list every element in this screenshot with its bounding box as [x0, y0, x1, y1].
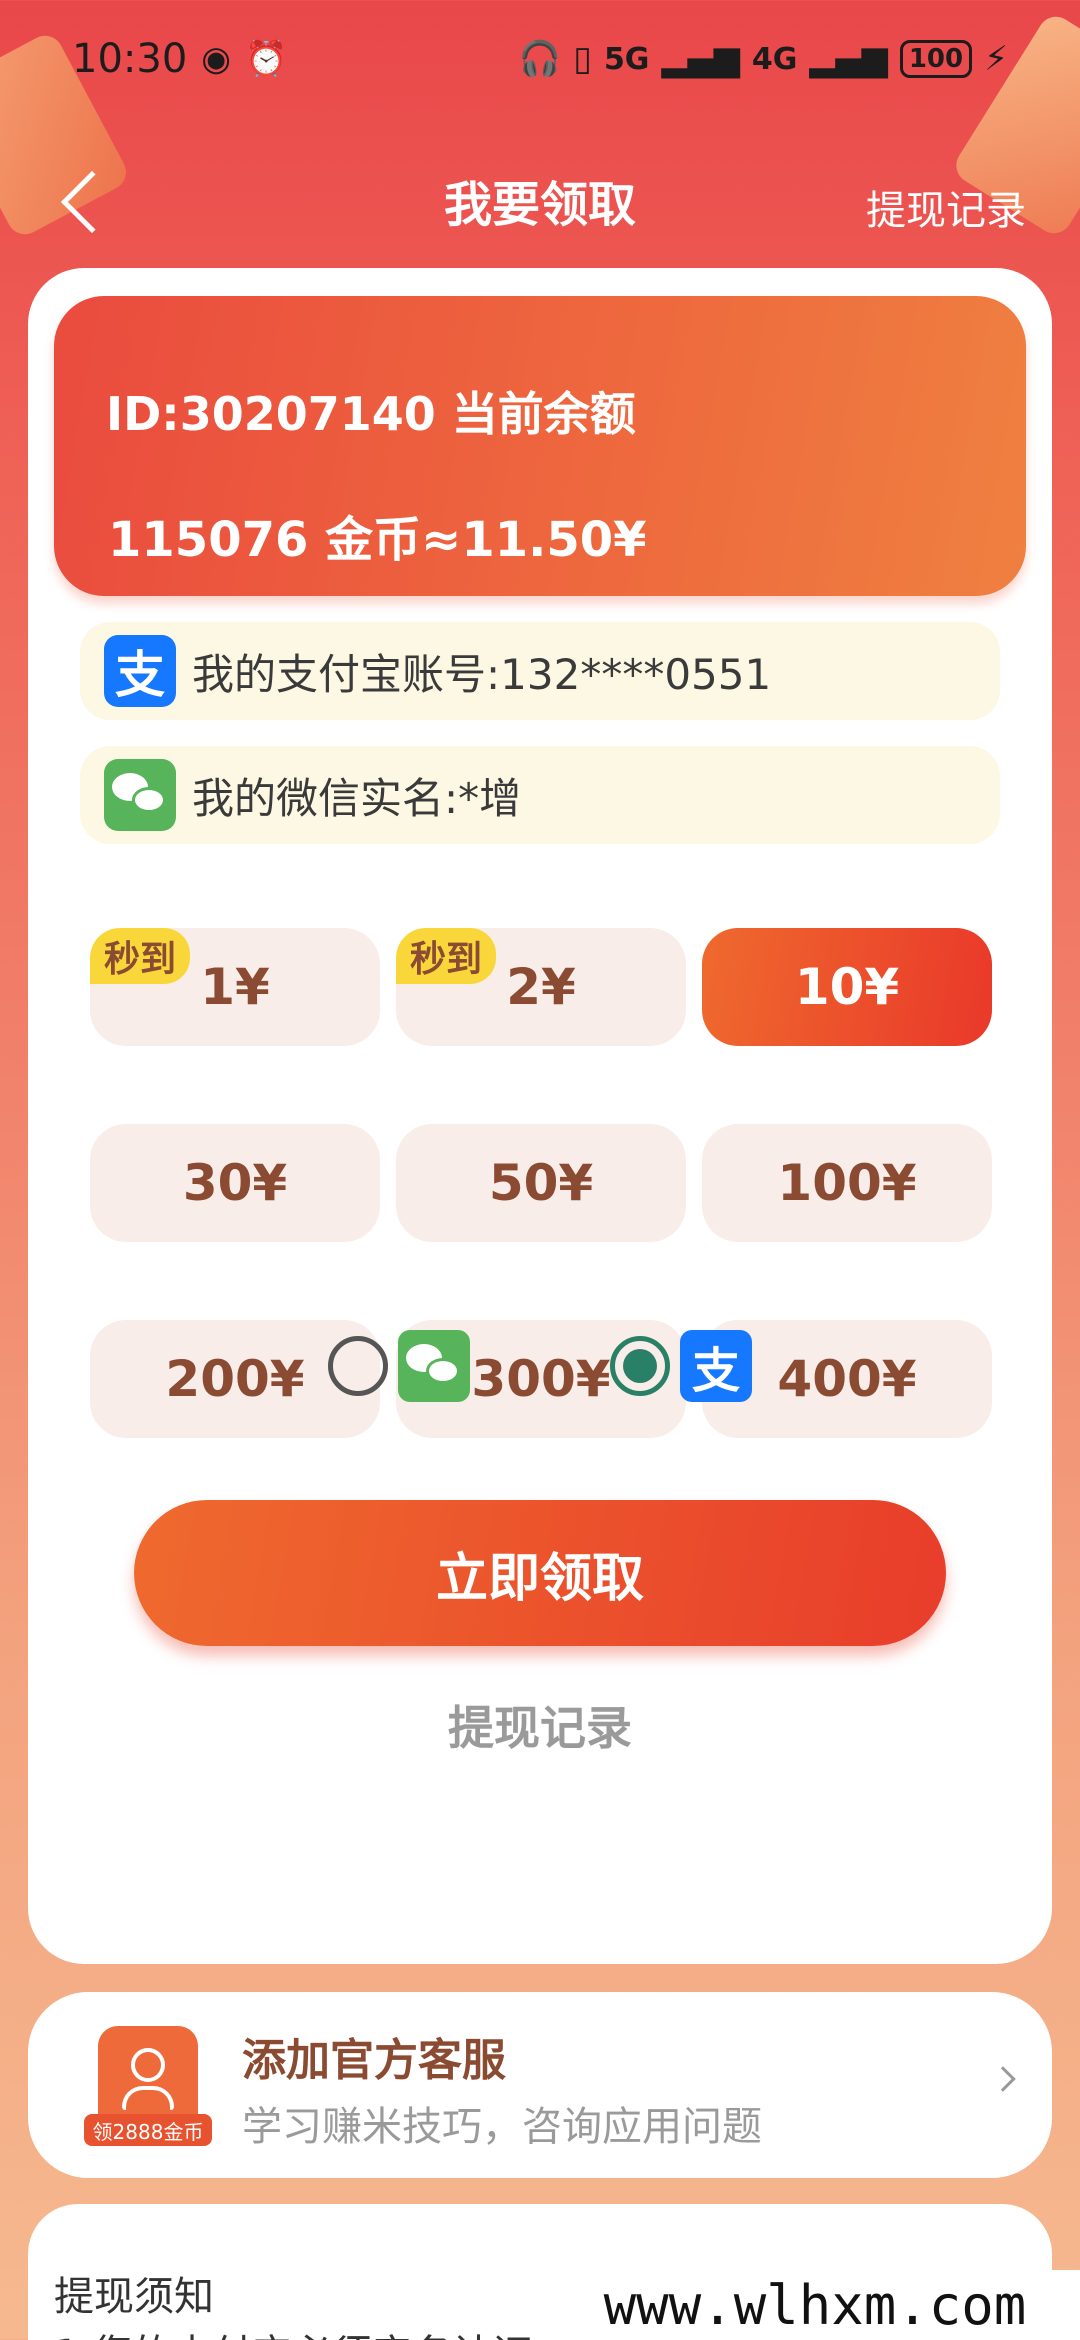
page-title: 我要领取: [443, 177, 636, 233]
amount-label: 50¥: [488, 1154, 594, 1212]
amount-label: 1¥: [200, 958, 270, 1016]
balance-id-label: ID:30207140 当前余额: [106, 387, 636, 441]
amount-grid: 秒到 1¥ 秒到 2¥ 10¥ 30¥ 50¥ 100¥ 200¥ 300¥ 4…: [90, 928, 996, 1438]
watermark: www.wlhxm.com: [550, 2270, 1080, 2340]
signal-4g-label: 4G: [751, 41, 798, 77]
amount-option-1[interactable]: 秒到 1¥: [90, 928, 380, 1046]
amount-option-10[interactable]: 10¥: [702, 928, 992, 1046]
service-title: 添加官方客服: [242, 2035, 506, 2086]
eye-icon: ◉: [201, 39, 231, 79]
amount-option-30[interactable]: 30¥: [90, 1124, 380, 1242]
amount-label: 100¥: [777, 1154, 917, 1212]
amount-option-100[interactable]: 100¥: [702, 1124, 992, 1242]
alipay-account-text: 我的支付宝账号:132****0551: [192, 649, 772, 699]
alipay-pay-icon[interactable]: 支: [680, 1330, 752, 1402]
coin-reward-badge: 领2888金币: [84, 2114, 212, 2146]
signal-5g-label: 5G: [603, 41, 650, 77]
balance-amount: 115076 金币≈11.50¥: [108, 512, 647, 568]
vibrate-icon: ▯: [573, 39, 592, 79]
payment-method-selector: 支: [28, 1326, 1052, 1406]
headphones-icon: 🎧: [518, 39, 562, 79]
withdraw-record-link[interactable]: 提现记录: [866, 178, 1026, 236]
wechat-radio[interactable]: [328, 1336, 388, 1396]
alipay-icon: 支: [104, 635, 176, 707]
instant-tag: 秒到: [90, 928, 191, 984]
wechat-icon: [104, 759, 176, 831]
signal-bars-icon-2: ▂▄▆: [809, 39, 888, 79]
service-subtitle: 学习赚米技巧，咨询应用问题: [242, 2104, 762, 2150]
balance-panel: ID:30207140 当前余额 115076 金币≈11.50¥: [54, 296, 1026, 596]
amount-option-50[interactable]: 50¥: [396, 1124, 686, 1242]
status-bar: 10:30 ◉ ⏰ 🎧 ▯ 5G ▂▄▆ 4G ▂▄▆ 100 ⚡: [0, 0, 1080, 118]
notice-title: 提现须知: [54, 2274, 214, 2320]
signal-bars-icon: ▂▄▆: [661, 39, 740, 79]
wechat-pay-icon[interactable]: [398, 1330, 470, 1402]
customer-service-card[interactable]: 领2888金币 添加官方客服 学习赚米技巧，咨询应用问题: [28, 1992, 1052, 2178]
top-nav: 我要领取 提现记录: [0, 140, 1080, 260]
notice-line: 1.您的支付宝必须实名认证: [54, 2322, 532, 2340]
amount-label: 30¥: [182, 1154, 288, 1212]
withdraw-record-bottom-link[interactable]: 提现记录: [28, 1692, 1052, 1758]
alipay-radio[interactable]: [610, 1336, 670, 1396]
status-left: 10:30 ◉ ⏰: [72, 36, 287, 82]
amount-label: 10¥: [794, 958, 900, 1016]
alipay-account-row[interactable]: 支 我的支付宝账号:132****0551: [80, 622, 1000, 720]
amount-label: 2¥: [506, 958, 576, 1016]
chevron-right-icon: [990, 2066, 1016, 2092]
back-arrow-icon[interactable]: [60, 170, 124, 234]
withdraw-card: ID:30207140 当前余额 115076 金币≈11.50¥ 支 我的支付…: [28, 268, 1052, 1964]
status-right: 🎧 ▯ 5G ▂▄▆ 4G ▂▄▆ 100 ⚡: [519, 39, 1008, 79]
charging-icon: ⚡: [984, 39, 1008, 79]
battery-level: 100: [899, 40, 973, 78]
wechat-account-row[interactable]: 我的微信实名:*增: [80, 746, 1000, 844]
amount-option-2[interactable]: 秒到 2¥: [396, 928, 686, 1046]
instant-tag: 秒到: [396, 928, 497, 984]
claim-now-button[interactable]: 立即领取: [134, 1500, 946, 1646]
status-time: 10:30: [72, 36, 188, 82]
alarm-icon: ⏰: [244, 39, 288, 79]
wechat-account-text: 我的微信实名:*增: [192, 773, 522, 823]
